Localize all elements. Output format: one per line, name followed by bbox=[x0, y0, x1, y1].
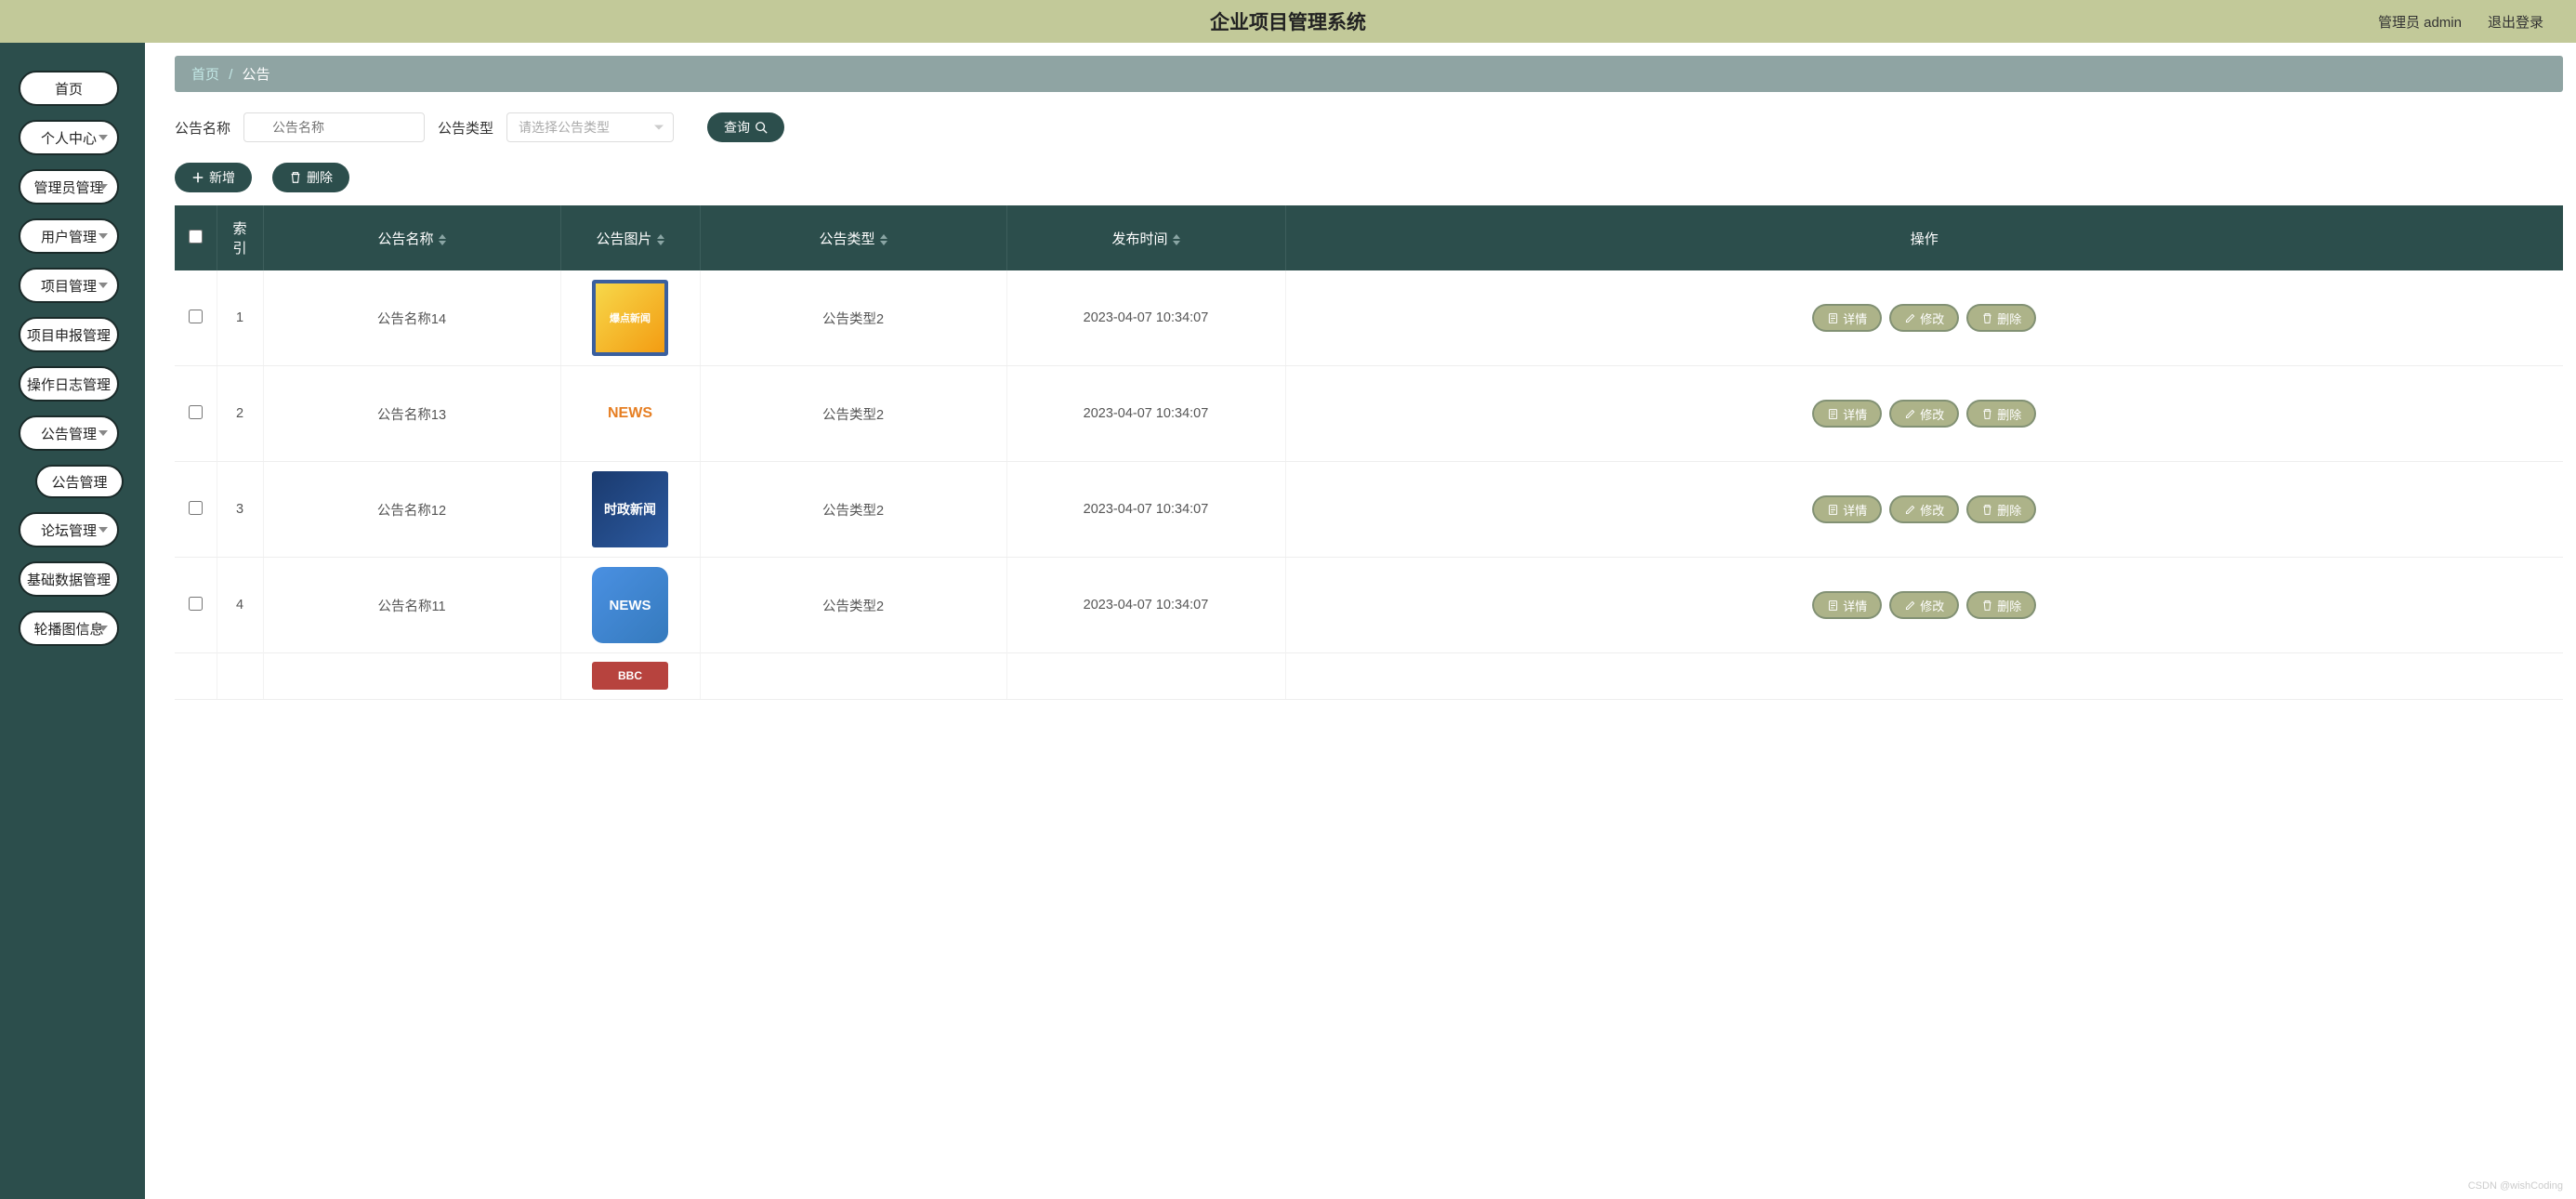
thumbnail[interactable]: NEWS bbox=[592, 567, 668, 643]
header-right: 管理员 admin 退出登录 bbox=[2378, 12, 2543, 32]
table-row: 1 公告名称14 爆点新闻 公告类型2 2023-04-07 10:34:07 … bbox=[175, 270, 2563, 366]
filter-name-label: 公告名称 bbox=[175, 118, 230, 138]
sidebar-item-2[interactable]: 管理员管理 bbox=[19, 169, 119, 204]
user-link[interactable]: 管理员 admin bbox=[2378, 12, 2462, 32]
row-delete-button[interactable]: 删除 bbox=[1966, 400, 2036, 428]
filter-type-placeholder: 请选择公告类型 bbox=[519, 118, 610, 137]
header: 企业项目管理系统 管理员 admin 退出登录 bbox=[0, 0, 2576, 43]
cell-time: 2023-04-07 10:34:07 bbox=[1006, 270, 1285, 366]
cell-name: 公告名称11 bbox=[263, 558, 560, 653]
sort-icon bbox=[439, 234, 446, 245]
cell-type: 公告类型2 bbox=[700, 558, 1006, 653]
select-all-checkbox[interactable] bbox=[189, 230, 203, 244]
sidebar-item-6[interactable]: 操作日志管理 bbox=[19, 366, 119, 402]
filter-type-select[interactable]: 请选择公告类型 bbox=[506, 112, 674, 142]
filter-name-input[interactable] bbox=[243, 112, 425, 142]
row-checkbox[interactable] bbox=[189, 597, 203, 611]
sort-icon bbox=[1173, 234, 1180, 245]
cell-index: 4 bbox=[217, 558, 263, 653]
table-row: 4 公告名称11 NEWS 公告类型2 2023-04-07 10:34:07 … bbox=[175, 558, 2563, 653]
cell-time: 2023-04-07 10:34:07 bbox=[1006, 558, 1285, 653]
trash-icon bbox=[289, 171, 302, 184]
edit-button[interactable]: 修改 bbox=[1889, 304, 1959, 332]
sidebar-item-4[interactable]: 项目管理 bbox=[19, 268, 119, 303]
cell-index: 3 bbox=[217, 462, 263, 558]
filters: 公告名称 公告类型 请选择公告类型 查询 bbox=[175, 112, 2563, 142]
thumbnail[interactable]: 爆点新闻 bbox=[592, 280, 668, 356]
plus-icon bbox=[191, 171, 204, 184]
sidebar-item-0[interactable]: 首页 bbox=[19, 71, 119, 106]
sidebar-item-3[interactable]: 用户管理 bbox=[19, 218, 119, 254]
sidebar-item-1[interactable]: 个人中心 bbox=[19, 120, 119, 155]
main: 首页 / 公告 公告名称 公告类型 请选择公告类型 查询 bbox=[145, 43, 2576, 1199]
search-button[interactable]: 查询 bbox=[707, 112, 784, 142]
add-button[interactable]: 新增 bbox=[175, 163, 252, 192]
breadcrumb: 首页 / 公告 bbox=[175, 56, 2563, 92]
cell-type: 公告类型2 bbox=[700, 270, 1006, 366]
sidebar-item-5[interactable]: 项目申报管理 bbox=[19, 317, 119, 352]
app-title: 企业项目管理系统 bbox=[1210, 7, 1366, 35]
row-checkbox[interactable] bbox=[189, 310, 203, 323]
sidebar-item-8[interactable]: 论坛管理 bbox=[19, 512, 119, 547]
search-icon bbox=[755, 121, 768, 134]
table: 索引 公告名称 公告图片 公告类型 发布时间 操作 1 公告名称14 爆点新闻 … bbox=[175, 205, 2563, 653]
detail-button[interactable]: 详情 bbox=[1812, 591, 1882, 619]
sidebar-item-10[interactable]: 轮播图信息 bbox=[19, 611, 119, 646]
cell-time: 2023-04-07 10:34:07 bbox=[1006, 462, 1285, 558]
edit-button[interactable]: 修改 bbox=[1889, 400, 1959, 428]
row-delete-button[interactable]: 删除 bbox=[1966, 591, 2036, 619]
breadcrumb-home[interactable]: 首页 bbox=[191, 67, 219, 83]
cell-type: 公告类型2 bbox=[700, 462, 1006, 558]
row-delete-button[interactable]: 删除 bbox=[1966, 304, 2036, 332]
sort-icon bbox=[880, 234, 887, 245]
delete-button[interactable]: 删除 bbox=[272, 163, 349, 192]
row-delete-button[interactable]: 删除 bbox=[1966, 495, 2036, 523]
cell-name: 公告名称13 bbox=[263, 366, 560, 462]
th-name[interactable]: 公告名称 bbox=[263, 205, 560, 270]
sort-icon bbox=[657, 234, 664, 245]
detail-button[interactable]: 详情 bbox=[1812, 400, 1882, 428]
toolbar: 新增 删除 bbox=[175, 163, 2563, 192]
table-row: 3 公告名称12 时政新闻 公告类型2 2023-04-07 10:34:07 … bbox=[175, 462, 2563, 558]
filter-type-label: 公告类型 bbox=[438, 118, 493, 138]
cell-name: 公告名称14 bbox=[263, 270, 560, 366]
row-checkbox[interactable] bbox=[189, 405, 203, 419]
thumbnail[interactable]: 时政新闻 bbox=[592, 471, 668, 547]
edit-button[interactable]: 修改 bbox=[1889, 495, 1959, 523]
table-header-row: 索引 公告名称 公告图片 公告类型 发布时间 操作 bbox=[175, 205, 2563, 270]
cell-index: 2 bbox=[217, 366, 263, 462]
table-row: BBC bbox=[175, 652, 2563, 700]
cell-index: 1 bbox=[217, 270, 263, 366]
breadcrumb-current: 公告 bbox=[243, 67, 270, 83]
detail-button[interactable]: 详情 bbox=[1812, 304, 1882, 332]
th-index[interactable]: 索引 bbox=[217, 205, 263, 270]
logout-link[interactable]: 退出登录 bbox=[2488, 12, 2543, 32]
detail-button[interactable]: 详情 bbox=[1812, 495, 1882, 523]
sidebar-item-9[interactable]: 基础数据管理 bbox=[19, 561, 119, 597]
breadcrumb-sep: / bbox=[229, 67, 232, 83]
cell-time: 2023-04-07 10:34:07 bbox=[1006, 366, 1285, 462]
cell-type: 公告类型2 bbox=[700, 366, 1006, 462]
cell-name: 公告名称12 bbox=[263, 462, 560, 558]
th-image[interactable]: 公告图片 bbox=[560, 205, 700, 270]
th-time[interactable]: 发布时间 bbox=[1006, 205, 1285, 270]
sidebar-subitem[interactable]: 公告管理 bbox=[35, 465, 124, 498]
th-type[interactable]: 公告类型 bbox=[700, 205, 1006, 270]
row-checkbox[interactable] bbox=[189, 501, 203, 515]
edit-button[interactable]: 修改 bbox=[1889, 591, 1959, 619]
sidebar-item-7[interactable]: 公告管理 bbox=[19, 415, 119, 451]
thumbnail[interactable]: NEWS bbox=[592, 376, 668, 452]
th-actions: 操作 bbox=[1285, 205, 2563, 270]
thumbnail[interactable]: BBC bbox=[592, 662, 668, 690]
table-row: 2 公告名称13 NEWS 公告类型2 2023-04-07 10:34:07 … bbox=[175, 366, 2563, 462]
sidebar: 首页个人中心管理员管理用户管理项目管理项目申报管理操作日志管理公告管理公告管理论… bbox=[0, 43, 145, 1199]
